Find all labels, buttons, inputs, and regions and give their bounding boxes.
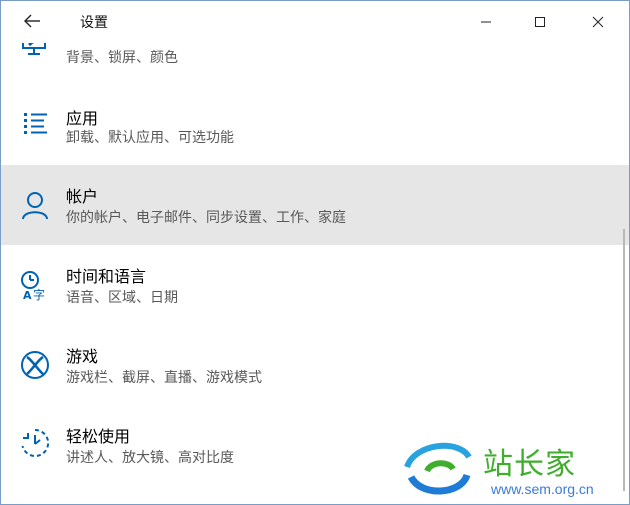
category-item-gaming[interactable]: 游戏 游戏栏、截屏、直播、游戏模式: [1, 325, 629, 405]
category-item-apps[interactable]: 应用 卸载、默认应用、可选功能: [1, 85, 629, 165]
category-description: 讲述人、放大镜、高对比度: [66, 450, 234, 466]
watermark-logo: 站长家 www.sem.org.cn: [397, 437, 629, 503]
category-description: 你的帐户、电子邮件、同步设置、工作、家庭: [66, 210, 346, 226]
back-button[interactable]: [9, 1, 55, 43]
arrow-left-icon: [23, 13, 41, 32]
category-description: 背景、锁屏、颜色: [66, 50, 178, 66]
minimize-icon: [480, 13, 492, 32]
svg-text:字: 字: [33, 287, 45, 301]
category-name: 帐户: [66, 187, 99, 206]
watermark-url: www.sem.org.cn: [491, 481, 594, 497]
category-item-accounts[interactable]: 帐户 你的帐户、电子邮件、同步设置、工作、家庭: [1, 165, 629, 245]
xbox-icon: [17, 347, 53, 383]
watermark-swirl-icon: [404, 442, 472, 495]
maximize-button[interactable]: [517, 1, 563, 43]
watermark-title: 站长家: [483, 447, 576, 482]
settings-category-list: 背景、锁屏、颜色 应用 卸载、默认应用、可选功能 帐户 你的帐户、电子邮件、同步…: [1, 1, 629, 504]
maximize-icon: [534, 13, 546, 32]
category-description: 卸载、默认应用、可选功能: [66, 130, 234, 146]
category-name: 时间和语言: [66, 267, 147, 286]
category-description: 游戏栏、截屏、直播、游戏模式: [66, 370, 262, 386]
category-name: 应用: [66, 109, 99, 128]
category-name: 游戏: [66, 347, 99, 366]
window-title: 设置: [80, 15, 108, 31]
close-icon: [592, 13, 604, 32]
svg-text:A: A: [23, 289, 32, 301]
apps-list-icon: [17, 105, 53, 141]
ease-of-access-icon: [17, 425, 53, 461]
minimize-button[interactable]: [463, 1, 509, 43]
category-item-time-language[interactable]: A 字 时间和语言 语音、区域、日期: [1, 245, 629, 325]
time-language-icon: A 字: [17, 267, 53, 303]
close-button[interactable]: [575, 1, 621, 43]
category-name: 轻松使用: [66, 427, 131, 446]
person-icon: [17, 187, 53, 223]
title-bar: 设置: [1, 1, 629, 43]
settings-window: 背景、锁屏、颜色 应用 卸载、默认应用、可选功能 帐户 你的帐户、电子邮件、同步…: [0, 0, 630, 505]
category-description: 语音、区域、日期: [66, 290, 178, 306]
